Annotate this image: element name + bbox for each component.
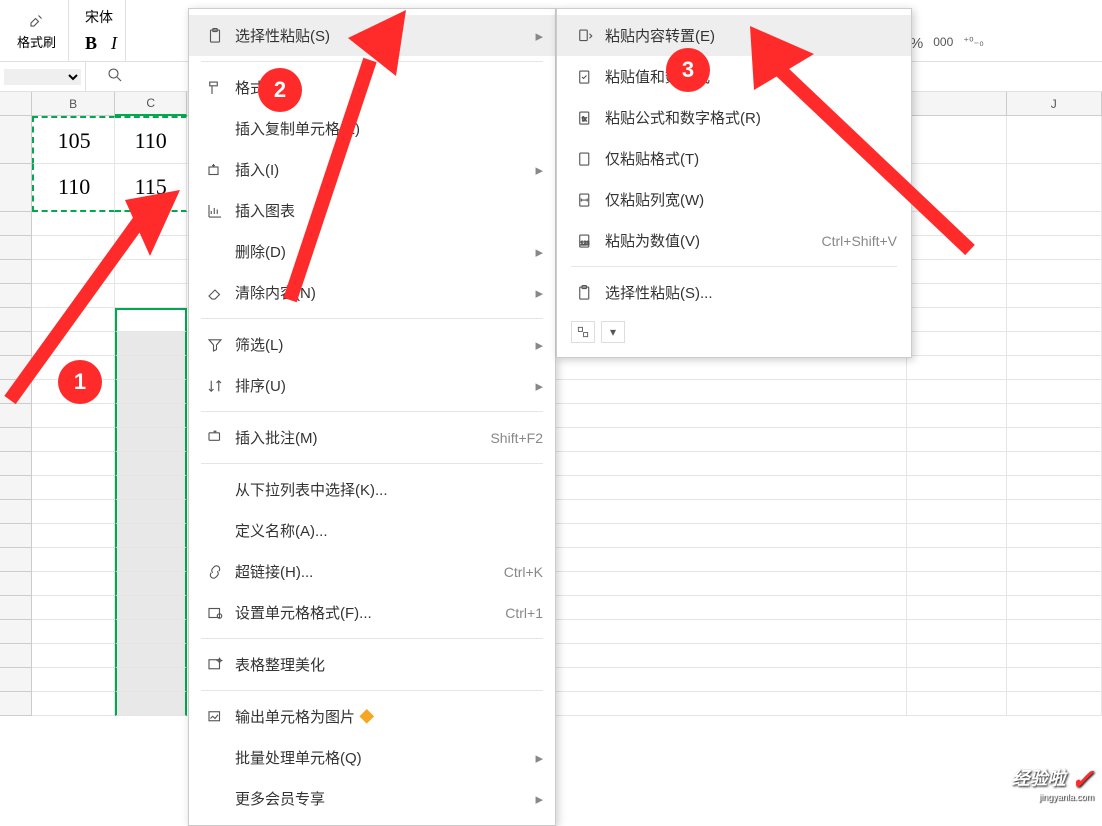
shortcut-text: Ctrl+K <box>504 564 543 580</box>
menu-label: 批量处理单元格(Q) <box>229 747 529 768</box>
annotation-circle-3: 3 <box>666 48 710 92</box>
menu-batch-process[interactable]: 批量处理单元格(Q) ▸ <box>189 737 555 778</box>
clipboard-icon <box>571 284 599 302</box>
eraser-icon <box>201 284 229 302</box>
cell[interactable] <box>1007 164 1102 212</box>
chevron-right-icon: ▸ <box>535 161 543 179</box>
menu-pick-from-list[interactable]: 从下拉列表中选择(K)... <box>189 469 555 510</box>
submenu-paste-special-dialog[interactable]: 选择性粘贴(S)... <box>557 272 911 313</box>
extra-button-dropdown[interactable]: ▾ <box>601 321 625 343</box>
chevron-right-icon: ▸ <box>535 749 543 767</box>
bold-button[interactable]: B <box>85 33 97 54</box>
shortcut-text: Ctrl+1 <box>505 605 543 621</box>
shortcut-text: Shift+F2 <box>490 430 543 446</box>
row-header[interactable] <box>0 116 32 164</box>
paintbrush-icon <box>27 10 47 30</box>
insert-icon <box>201 161 229 179</box>
menu-label: 更多会员专享 <box>229 788 529 809</box>
watermark-url: jingyanla.com <box>1039 792 1094 802</box>
cell-B2[interactable]: 105 <box>32 116 116 164</box>
chevron-right-icon: ▸ <box>535 243 543 261</box>
menu-label: 定义名称(A)... <box>229 520 543 541</box>
menu-separator <box>201 638 543 639</box>
extra-button-1[interactable] <box>571 321 595 343</box>
image-icon <box>201 708 229 726</box>
chevron-right-icon: ▸ <box>535 377 543 395</box>
menu-separator <box>201 463 543 464</box>
col-header-C[interactable]: C <box>115 92 187 116</box>
number-icon: 123 <box>571 232 599 250</box>
menu-label: 输出单元格为图片 ◆ <box>229 706 543 727</box>
menu-label: 插入批注(M) <box>229 427 490 448</box>
chart-icon <box>201 202 229 220</box>
transpose-icon <box>571 27 599 45</box>
cell-C2[interactable]: 110 <box>115 116 187 164</box>
chevron-right-icon: ▸ <box>535 27 543 45</box>
col-header-J[interactable]: J <box>1007 92 1102 116</box>
font-group: 宋体 B I <box>77 0 126 61</box>
menu-label: 超链接(H)... <box>229 561 504 582</box>
sparkle-icon <box>201 656 229 674</box>
menu-separator <box>571 266 897 267</box>
format-painter-label: 格式刷 <box>17 32 56 51</box>
name-box-select[interactable] <box>4 69 81 85</box>
menu-separator <box>201 411 543 412</box>
link-icon <box>201 563 229 581</box>
format-painter-button[interactable]: 格式刷 <box>13 8 60 53</box>
sort-icon <box>201 377 229 395</box>
width-icon <box>571 191 599 209</box>
clipboard-icon <box>201 27 229 45</box>
menu-define-name[interactable]: 定义名称(A)... <box>189 510 555 551</box>
clipboard-icon <box>571 150 599 168</box>
clipboard-fx-icon: fx <box>571 109 599 127</box>
svg-text:fx: fx <box>582 117 587 123</box>
italic-button[interactable]: I <box>111 33 117 54</box>
menu-insert-comment[interactable]: 插入批注(M) Shift+F2 <box>189 417 555 458</box>
menu-export-as-image[interactable]: 输出单元格为图片 ◆ <box>189 696 555 737</box>
annotation-arrow-3 <box>720 20 980 260</box>
menu-label: 设置单元格格式(F)... <box>229 602 505 623</box>
font-name-select[interactable]: 宋体 <box>85 7 117 27</box>
menu-separator <box>201 690 543 691</box>
submenu-label: 选择性粘贴(S)... <box>599 282 897 303</box>
menu-label: 从下拉列表中选择(K)... <box>229 479 543 500</box>
chevron-right-icon: ▸ <box>535 336 543 354</box>
menu-more-vip[interactable]: 更多会员专享 ▸ <box>189 778 555 819</box>
svg-text:123: 123 <box>581 240 590 246</box>
chevron-right-icon: ▸ <box>535 284 543 302</box>
menu-hyperlink[interactable]: 超链接(H)... Ctrl+K <box>189 551 555 592</box>
menu-sort[interactable]: 排序(U) ▸ <box>189 365 555 406</box>
menu-label: 排序(U) <box>229 375 529 396</box>
submenu-extra-buttons: ▾ <box>557 313 911 351</box>
menu-separator <box>201 318 543 319</box>
menu-format-cells[interactable]: 设置单元格格式(F)... Ctrl+1 <box>189 592 555 633</box>
menu-label: 筛选(L) <box>229 334 529 355</box>
cell[interactable] <box>1007 116 1102 164</box>
funnel-icon <box>201 336 229 354</box>
gear-icon <box>201 604 229 622</box>
annotation-circle-2: 2 <box>258 68 302 112</box>
clipboard-check-icon <box>571 68 599 86</box>
comment-icon <box>201 429 229 447</box>
annotation-arrow-2 <box>280 10 440 310</box>
clipboard-group: 格式刷 <box>5 0 69 61</box>
chevron-right-icon: ▸ <box>535 790 543 808</box>
magnifier-icon[interactable] <box>106 66 124 87</box>
col-header-B[interactable]: B <box>32 92 116 116</box>
menu-table-beautify[interactable]: 表格整理美化 <box>189 644 555 685</box>
select-all-corner[interactable] <box>0 92 32 116</box>
brush-icon <box>201 79 229 97</box>
menu-label: 表格整理美化 <box>229 654 543 675</box>
menu-filter[interactable]: 筛选(L) ▸ <box>189 324 555 365</box>
annotation-circle-1: 1 <box>58 360 102 404</box>
name-box[interactable] <box>0 62 86 91</box>
